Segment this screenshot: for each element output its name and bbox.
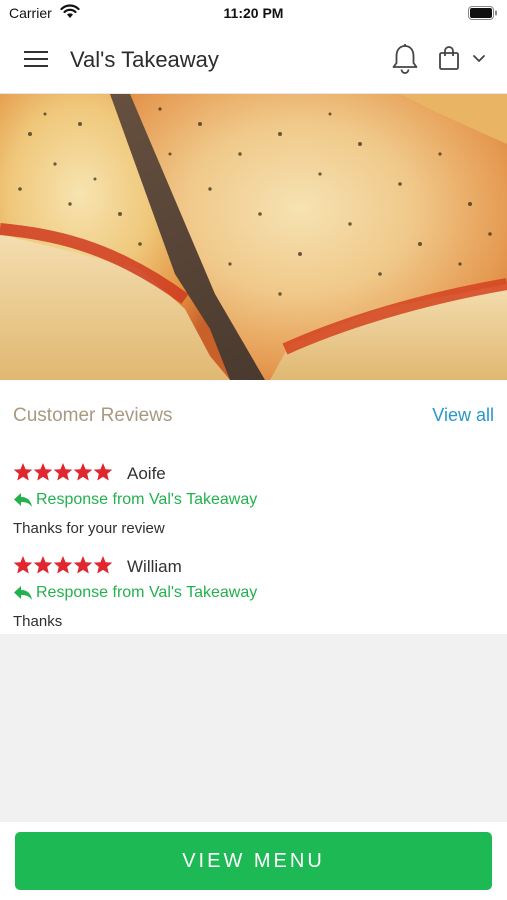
shopping-bag-icon[interactable] [438, 45, 460, 71]
battery-icon [468, 6, 497, 20]
reviews-heading: Customer Reviews [13, 405, 173, 426]
page-title: Val's Takeaway [70, 47, 219, 72]
owner-response: Response from Val's Takeaway [13, 491, 257, 509]
star-rating [13, 463, 113, 481]
bell-icon[interactable] [391, 43, 419, 75]
empty-content-area [0, 634, 507, 822]
status-bar: Carrier 11:20 PM [0, 0, 507, 26]
reply-arrow-icon [14, 586, 32, 600]
review-text: Thanks [13, 613, 63, 630]
reviewer-name: William [127, 557, 182, 576]
star-rating [13, 556, 113, 574]
view-all-link[interactable]: View all [432, 405, 494, 426]
reviewer-name: Aoife [127, 464, 166, 483]
pizza-photo [0, 94, 507, 380]
review-text: Thanks for your review [13, 520, 165, 537]
hero-image [0, 94, 507, 380]
hamburger-menu-icon[interactable] [23, 48, 49, 70]
status-time: 11:20 PM [223, 5, 284, 21]
view-menu-button[interactable]: VIEW MENU [15, 832, 492, 890]
reply-arrow-icon [14, 493, 32, 507]
review-item: Aoife Response from Val's Takeaway Thank… [13, 462, 493, 542]
customer-reviews-section: Customer Reviews View all Aoife Response… [0, 380, 507, 634]
owner-response: Response from Val's Takeaway [13, 584, 257, 602]
footer-bar: VIEW MENU [0, 822, 507, 900]
app-header: Val's Takeaway [0, 26, 507, 94]
response-label: Response from Val's Takeaway [36, 584, 258, 601]
review-item: William Response from Val's Takeaway Tha… [13, 555, 493, 635]
chevron-down-icon[interactable] [472, 54, 486, 64]
response-label: Response from Val's Takeaway [36, 491, 258, 508]
